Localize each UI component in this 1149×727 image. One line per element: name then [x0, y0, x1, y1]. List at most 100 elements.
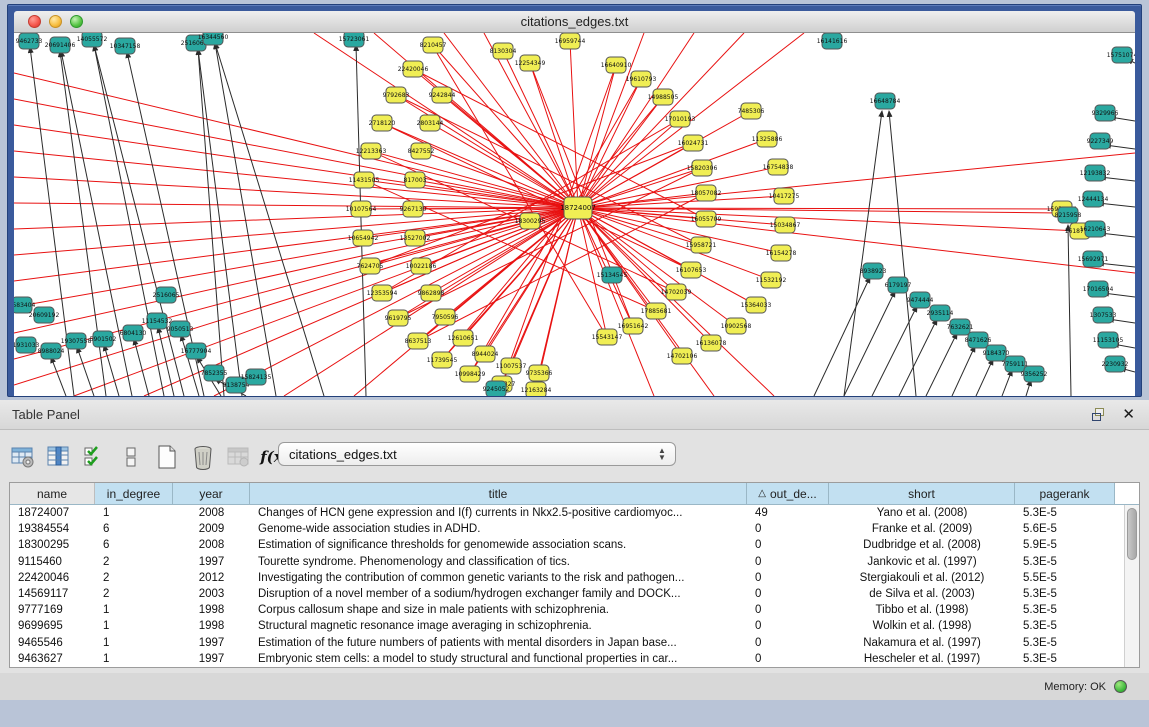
- table-selector-dropdown[interactable]: citations_edges.txt ▲▼: [278, 442, 676, 466]
- memory-status-indicator[interactable]: [1114, 680, 1127, 693]
- graph-node[interactable]: 8215958: [1055, 207, 1082, 223]
- delete-column-icon[interactable]: [188, 442, 218, 472]
- network-canvas[interactable]: 8210457224200469792683271812012213363114…: [14, 33, 1135, 396]
- graph-node[interactable]: 7485306: [738, 103, 765, 119]
- column-header-name[interactable]: name: [10, 483, 95, 504]
- graph-node[interactable]: 16777904: [181, 343, 212, 359]
- graph-node[interactable]: 9474444: [907, 292, 934, 308]
- graph-node[interactable]: 15692971: [1078, 251, 1109, 267]
- column-header-out-de-[interactable]: △out_de...: [747, 483, 829, 504]
- graph-node[interactable]: 9735366: [526, 365, 553, 381]
- graph-node[interactable]: 11325886: [752, 131, 783, 147]
- graph-node[interactable]: 14702106: [667, 348, 698, 364]
- graph-node[interactable]: 10998429: [455, 366, 486, 382]
- column-header-year[interactable]: year: [173, 483, 250, 504]
- graph-node[interactable]: 15543147: [592, 329, 623, 345]
- close-panel-icon[interactable]: ✕: [1122, 407, 1135, 422]
- table-row[interactable]: 969969511998Structural magnetic resonanc…: [10, 618, 1139, 634]
- graph-node[interactable]: 7950596: [432, 309, 459, 325]
- graph-node[interactable]: 9050513: [167, 321, 194, 337]
- table-mode-icon[interactable]: [8, 442, 38, 472]
- graph-node[interactable]: 14055572: [77, 33, 108, 47]
- vertical-scrollbar[interactable]: [1124, 505, 1139, 667]
- graph-node[interactable]: 16640910: [601, 57, 632, 73]
- graph-node[interactable]: 5901502: [90, 331, 117, 347]
- graph-node[interactable]: 6804130: [120, 325, 147, 341]
- new-column-icon[interactable]: [152, 442, 182, 472]
- graph-node[interactable]: 14988505: [648, 89, 679, 105]
- graph-node[interactable]: 8130304: [490, 43, 517, 59]
- graph-node[interactable]: 18724007: [560, 197, 596, 219]
- graph-node[interactable]: 19610793: [626, 71, 657, 87]
- graph-node[interactable]: 9245052: [483, 381, 510, 396]
- graph-node[interactable]: 7583404: [14, 297, 36, 313]
- graph-node[interactable]: 10107564: [346, 201, 377, 217]
- graph-node[interactable]: 12610651: [448, 330, 479, 346]
- graph-node[interactable]: 8944024: [472, 346, 499, 362]
- column-header-short[interactable]: short: [829, 483, 1015, 504]
- table-row[interactable]: 946554611997Estimation of the future num…: [10, 635, 1139, 651]
- table-row[interactable]: 1938455462009Genome-wide association stu…: [10, 521, 1139, 537]
- graph-node[interactable]: 9227349: [1087, 133, 1114, 149]
- graph-node[interactable]: 2803144: [417, 115, 444, 131]
- graph-node[interactable]: 9329966: [1092, 105, 1119, 121]
- import-table-icon[interactable]: [224, 442, 254, 472]
- graph-node[interactable]: 2718120: [369, 115, 396, 131]
- graph-node[interactable]: 16951642: [618, 318, 649, 334]
- column-select-icon[interactable]: [80, 442, 110, 472]
- graph-node[interactable]: 8210457: [420, 37, 447, 53]
- column-header-pagerank[interactable]: pagerank: [1015, 483, 1115, 504]
- table-row[interactable]: 946362711997Embryonic stem cells: a mode…: [10, 651, 1139, 667]
- table-row[interactable]: 1456911722003Disruption of a novel membe…: [10, 586, 1139, 602]
- graph-node[interactable]: 10902568: [721, 318, 752, 334]
- graph-node[interactable]: 1307533: [1090, 307, 1117, 323]
- column-show-icon[interactable]: [44, 442, 74, 472]
- graph-node[interactable]: 17016504: [1083, 281, 1114, 297]
- graph-node[interactable]: 11007537: [496, 358, 527, 374]
- graph-node[interactable]: 9356252: [1021, 366, 1048, 382]
- graph-node[interactable]: 9862898: [418, 285, 445, 301]
- graph-node[interactable]: 20609192: [29, 307, 60, 323]
- float-panel-icon[interactable]: [1092, 408, 1108, 422]
- graph-node[interactable]: 8938923: [860, 263, 887, 279]
- graph-node[interactable]: 12213363: [356, 143, 387, 159]
- graph-node[interactable]: 12193832: [1080, 165, 1111, 181]
- graph-node[interactable]: 11153105: [1093, 332, 1124, 348]
- graph-node[interactable]: 12353594: [367, 285, 398, 301]
- graph-node[interactable]: 8637513: [405, 333, 432, 349]
- graph-node[interactable]: 817003: [404, 172, 427, 188]
- graph-node[interactable]: 17010193: [665, 111, 696, 127]
- graph-node[interactable]: 12254349: [515, 55, 546, 71]
- graph-node[interactable]: 7624705: [357, 258, 384, 274]
- graph-node[interactable]: 17885681: [641, 303, 672, 319]
- graph-node[interactable]: 12163284: [521, 382, 552, 396]
- graph-node[interactable]: 9242844: [429, 87, 456, 103]
- graph-node[interactable]: 20691406: [45, 37, 76, 53]
- column-header-in-degree[interactable]: in_degree: [95, 483, 173, 504]
- graph-node[interactable]: 16959744: [555, 33, 586, 49]
- table-row[interactable]: 1872400712008Changes of HCN gene express…: [10, 505, 1139, 521]
- graph-node[interactable]: 15723061: [339, 33, 370, 47]
- graph-node[interactable]: 15751074: [1107, 47, 1135, 63]
- graph-node[interactable]: 11739545: [427, 352, 458, 368]
- graph-node[interactable]: 2516065: [153, 287, 180, 303]
- graph-node[interactable]: 9462733: [16, 33, 43, 49]
- graph-node[interactable]: 2935114: [927, 305, 954, 321]
- graph-node[interactable]: 14702039: [661, 284, 692, 300]
- graph-node[interactable]: 7852355: [201, 365, 228, 381]
- graph-node[interactable]: 16754838: [763, 159, 794, 175]
- graph-node[interactable]: 16154278: [766, 245, 797, 261]
- graph-node[interactable]: 8988024: [38, 343, 65, 359]
- scrollbar-thumb[interactable]: [1127, 508, 1137, 560]
- table-row[interactable]: 1830029562008Estimation of significance …: [10, 537, 1139, 553]
- graph-node[interactable]: 12444134: [1078, 191, 1109, 207]
- graph-node[interactable]: 6179197: [885, 277, 912, 293]
- column-header-title[interactable]: title: [250, 483, 747, 504]
- graph-node[interactable]: 10347158: [110, 38, 141, 54]
- table-row[interactable]: 977716911998Corpus callosum shape and si…: [10, 602, 1139, 618]
- graph-node[interactable]: 9619795: [385, 310, 412, 326]
- graph-node[interactable]: 2230932: [1102, 356, 1129, 372]
- graph-node[interactable]: 11532192: [756, 272, 787, 288]
- graph-node[interactable]: 16136078: [696, 335, 727, 351]
- table-row[interactable]: 2242004622012Investigating the contribut…: [10, 570, 1139, 586]
